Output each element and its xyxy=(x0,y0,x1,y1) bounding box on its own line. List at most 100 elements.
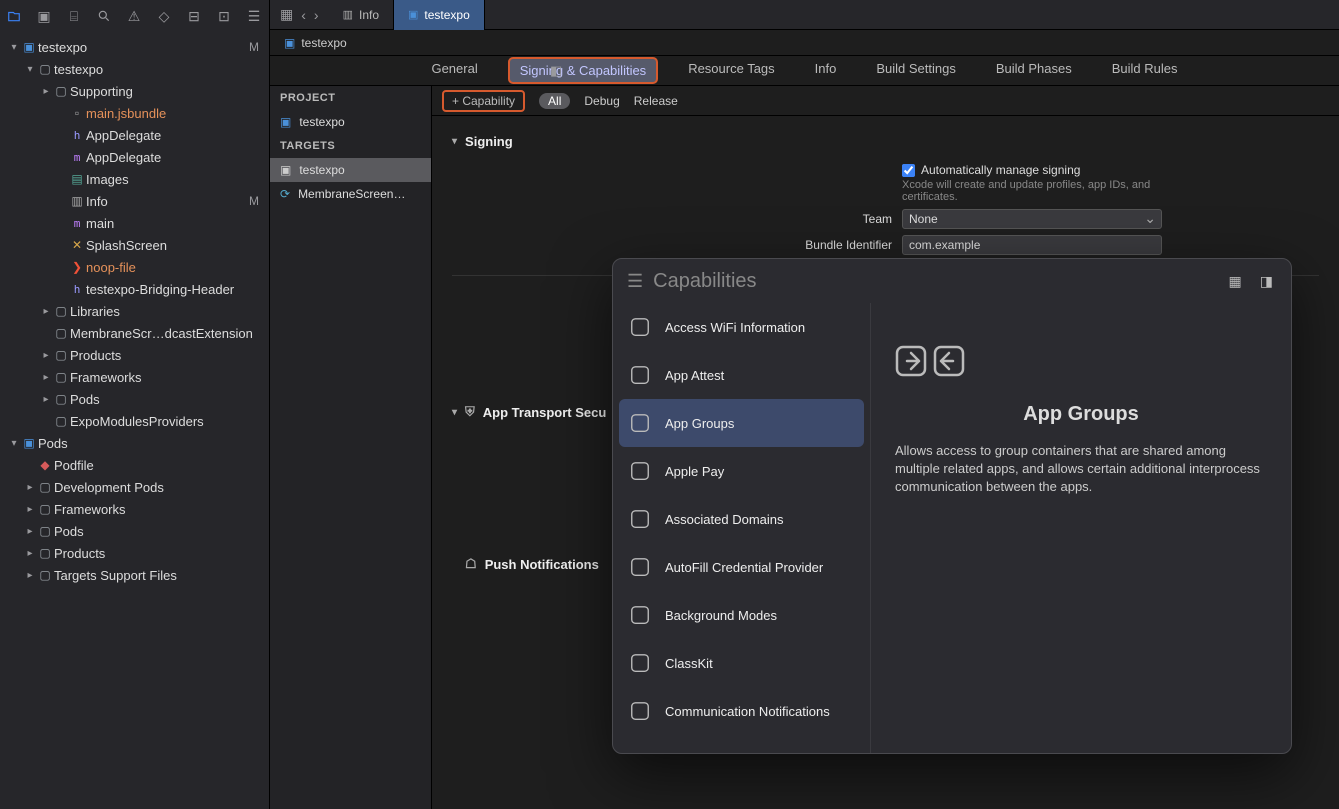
capability-item[interactable]: ClassKit xyxy=(613,639,870,687)
breakpoint-navigator-icon[interactable]: ⊡ xyxy=(216,8,232,24)
project-tab[interactable]: General xyxy=(421,57,487,84)
project-tab[interactable]: Build Phases xyxy=(986,57,1082,84)
report-navigator-icon[interactable]: ☰ xyxy=(246,8,262,24)
grid-view-icon[interactable]: ▦ xyxy=(1225,271,1246,292)
project-tab[interactable]: Signing & Capabilities xyxy=(508,57,658,84)
nav-forward-icon[interactable]: › xyxy=(314,7,319,23)
tree-item[interactable]: ▫main.jsbundle xyxy=(0,102,269,124)
capability-item[interactable]: Associated Domains xyxy=(613,495,870,543)
tree-item[interactable]: ▸▢Frameworks xyxy=(0,366,269,388)
project-navigator-icon[interactable] xyxy=(6,8,22,24)
capability-icon xyxy=(629,700,651,722)
tree-item-label: Podfile xyxy=(54,458,263,473)
disclosure-icon[interactable]: ▾ xyxy=(8,42,20,53)
capability-icon xyxy=(629,556,651,578)
disclosure-icon[interactable]: ▸ xyxy=(24,504,36,515)
capability-item[interactable]: App Attest xyxy=(613,351,870,399)
filter-tab[interactable]: Debug xyxy=(584,94,619,108)
capability-label: Associated Domains xyxy=(665,512,784,527)
project-tab[interactable]: Resource Tags xyxy=(678,57,784,84)
file-icon: ▢ xyxy=(36,480,54,494)
tree-item[interactable]: mmain xyxy=(0,212,269,234)
disclosure-icon[interactable]: ▸ xyxy=(24,482,36,493)
tree-item[interactable]: ▾▣testexpoM xyxy=(0,36,269,58)
target-row[interactable]: ▣testexpo xyxy=(270,158,431,182)
tree-item[interactable]: ▸▢Products xyxy=(0,344,269,366)
tree-item[interactable]: ▤Images xyxy=(0,168,269,190)
test-navigator-icon[interactable]: ◇ xyxy=(156,8,172,24)
split-view-icon[interactable]: ◨ xyxy=(1256,271,1277,292)
file-icon: ▢ xyxy=(36,524,54,538)
tree-item[interactable]: ▾▣Pods xyxy=(0,432,269,454)
related-items-icon[interactable]: ▦ xyxy=(280,6,293,23)
project-tab[interactable]: Build Rules xyxy=(1102,57,1188,84)
file-icon: ▢ xyxy=(36,546,54,560)
symbol-navigator-icon[interactable]: ⌸ xyxy=(66,8,82,24)
chevron-down-icon: ▾ xyxy=(452,407,457,418)
tree-item[interactable]: ▸▢Targets Support Files xyxy=(0,564,269,586)
disclosure-icon[interactable]: ▸ xyxy=(40,306,52,317)
target-row[interactable]: ⟳MembraneScreen… xyxy=(270,182,431,206)
editor-tab[interactable]: ▥Info xyxy=(329,0,394,30)
tree-item[interactable]: htestexpo-Bridging-Header xyxy=(0,278,269,300)
tree-item[interactable]: mAppDelegate xyxy=(0,146,269,168)
bundle-id-field[interactable] xyxy=(902,235,1162,255)
editor-tab[interactable]: ▣testexpo xyxy=(394,0,485,30)
tree-item[interactable]: ▸▢Supporting xyxy=(0,80,269,102)
capability-item[interactable]: AutoFill Credential Provider xyxy=(613,543,870,591)
filter-tab[interactable]: Release xyxy=(634,94,678,108)
tree-item[interactable]: ▾▢testexpo xyxy=(0,58,269,80)
disclosure-icon[interactable]: ▾ xyxy=(24,64,36,75)
auto-manage-signing-checkbox[interactable]: Automatically manage signing xyxy=(902,163,1319,177)
tree-item[interactable]: ▸▢Pods xyxy=(0,520,269,542)
tree-item[interactable]: ▸▢Libraries xyxy=(0,300,269,322)
tree-item[interactable]: ✕SplashScreen xyxy=(0,234,269,256)
source-control-navigator-icon[interactable]: ▣ xyxy=(36,8,52,24)
tree-item-label: Products xyxy=(54,546,263,561)
disclosure-icon[interactable]: ▾ xyxy=(8,438,20,449)
tree-item[interactable]: ▸▢Pods xyxy=(0,388,269,410)
find-navigator-icon[interactable] xyxy=(96,8,112,24)
disclosure-icon[interactable]: ▸ xyxy=(40,372,52,383)
tab-label: Info xyxy=(359,8,379,22)
project-tab[interactable]: Build Settings xyxy=(866,57,966,84)
project-row[interactable]: ▣ testexpo xyxy=(270,110,431,134)
capability-icon xyxy=(629,364,651,386)
breadcrumb[interactable]: ▣ testexpo xyxy=(270,30,1339,56)
disclosure-icon[interactable]: ▸ xyxy=(24,526,36,537)
capability-item[interactable]: Communication Notifications xyxy=(613,687,870,735)
capability-item[interactable]: Background Modes xyxy=(613,591,870,639)
add-capability-button[interactable]: + Capability xyxy=(442,90,525,112)
tree-item[interactable]: hAppDelegate xyxy=(0,124,269,146)
disclosure-icon[interactable]: ▸ xyxy=(24,570,36,581)
debug-navigator-icon[interactable]: ⊟ xyxy=(186,8,202,24)
project-tab[interactable]: Info xyxy=(805,57,847,84)
disclosure-icon[interactable]: ▸ xyxy=(40,350,52,361)
tree-item[interactable]: ▸▢Frameworks xyxy=(0,498,269,520)
tree-item[interactable]: ▢MembraneScr…dcastExtension xyxy=(0,322,269,344)
auto-manage-checkbox-input[interactable] xyxy=(902,164,915,177)
nav-back-icon[interactable]: ‹ xyxy=(301,7,306,23)
signing-section-header[interactable]: ▾ Signing xyxy=(452,126,1319,157)
tree-item[interactable]: ▸▢Products xyxy=(0,542,269,564)
disclosure-icon[interactable]: ▸ xyxy=(24,548,36,559)
panel-toggle-icon[interactable]: ◧ xyxy=(550,63,562,79)
tree-item[interactable]: ▢ExpoModulesProviders xyxy=(0,410,269,432)
list-mode-icon[interactable]: ☰ xyxy=(627,271,643,292)
capability-item[interactable]: Access WiFi Information xyxy=(613,303,870,351)
disclosure-icon[interactable]: ▸ xyxy=(40,86,52,97)
tree-item[interactable]: ▸▢Development Pods xyxy=(0,476,269,498)
tree-item-label: testexpo-Bridging-Header xyxy=(86,282,263,297)
tree-item[interactable]: ❯noop-file xyxy=(0,256,269,278)
project-section-header: PROJECT xyxy=(270,86,431,110)
disclosure-icon[interactable]: ▸ xyxy=(40,394,52,405)
team-select[interactable]: None xyxy=(902,209,1162,229)
capability-item[interactable]: App Groups xyxy=(619,399,864,447)
capability-item[interactable]: Apple Pay xyxy=(613,447,870,495)
capability-list[interactable]: Access WiFi InformationApp AttestApp Gro… xyxy=(613,303,871,753)
tree-item-label: Images xyxy=(86,172,263,187)
issues-navigator-icon[interactable]: ⚠ xyxy=(126,8,142,24)
tree-item[interactable]: ▥InfoM xyxy=(0,190,269,212)
tree-item[interactable]: ◆Podfile xyxy=(0,454,269,476)
filter-tab[interactable]: All xyxy=(539,93,570,109)
